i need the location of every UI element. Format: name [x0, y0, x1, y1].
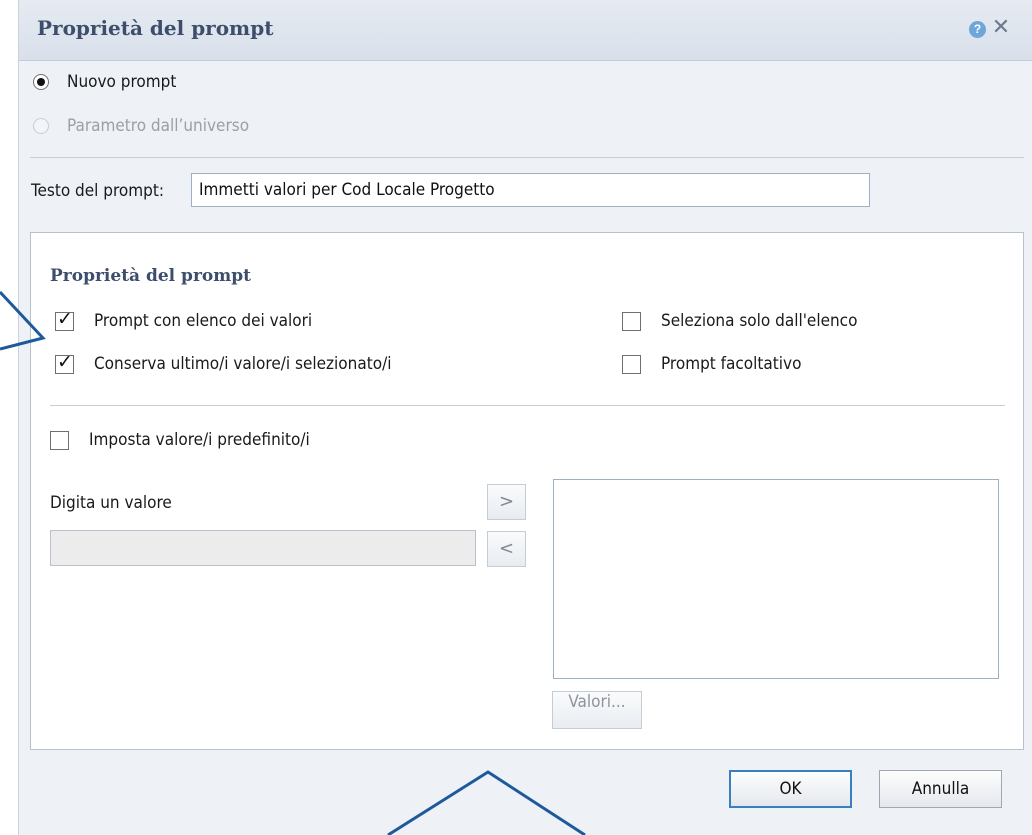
type-value-label: Digita un valore — [50, 493, 172, 513]
prompt-properties-panel: Proprietà del prompt Prompt con elenco d… — [30, 232, 1024, 750]
separator — [50, 405, 1005, 406]
checkbox-label-keep-last-values: Conserva ultimo/i valore/i selezionato/i — [94, 354, 392, 374]
checkbox-label-select-only-from-list: Seleziona solo dall'elenco — [661, 311, 858, 331]
panel-title: Proprietà del prompt — [50, 266, 251, 286]
checkbox-label-prompt-with-list: Prompt con elenco dei valori — [94, 311, 313, 331]
radio-button-disabled — [33, 118, 49, 134]
checkbox-select-only-from-list[interactable]: Seleziona solo dall'elenco — [622, 308, 857, 334]
radio-new-prompt[interactable]: Nuovo prompt — [33, 68, 176, 96]
separator — [30, 157, 1024, 158]
dialog-titlebar: Proprietà del prompt ? ✕ — [19, 0, 1032, 61]
checkbox-label-set-default-values: Imposta valore/i predefinito/i — [89, 430, 310, 450]
checkbox-keep-last-values[interactable]: Conserva ultimo/i valore/i selezionato/i — [55, 351, 391, 377]
cancel-button[interactable]: Annulla — [879, 770, 1002, 808]
prompt-text-label: Testo del prompt: — [31, 181, 165, 201]
remove-value-button[interactable]: < — [487, 531, 526, 567]
values-button[interactable]: Valori... — [552, 691, 642, 729]
add-value-button[interactable]: > — [487, 484, 526, 520]
prompt-text-input[interactable]: Immetti valori per Cod Locale Progetto — [191, 173, 870, 207]
type-value-input[interactable] — [50, 530, 476, 566]
checkbox-label-optional-prompt: Prompt facoltativo — [661, 354, 802, 374]
checkbox-optional-prompt[interactable]: Prompt facoltativo — [622, 351, 801, 377]
checkbox-checked[interactable] — [55, 351, 74, 374]
checkbox-unchecked[interactable] — [50, 430, 69, 450]
radio-label-universe-parameter: Parametro dall’universo — [67, 116, 250, 136]
prompt-properties-dialog: Proprietà del prompt ? ✕ Nuovo prompt Pa… — [18, 0, 1032, 835]
checkbox-unchecked[interactable] — [622, 311, 641, 331]
checkbox-prompt-with-list[interactable]: Prompt con elenco dei valori — [55, 308, 312, 334]
ok-button[interactable]: OK — [729, 770, 852, 808]
close-icon[interactable]: ✕ — [990, 14, 1012, 42]
dialog-title: Proprietà del prompt — [37, 16, 274, 40]
checkbox-set-default-values[interactable]: Imposta valore/i predefinito/i — [50, 427, 310, 453]
radio-button-checked[interactable] — [33, 74, 49, 90]
help-icon[interactable]: ? — [969, 21, 986, 38]
default-values-list[interactable] — [553, 479, 999, 679]
radio-label-new-prompt: Nuovo prompt — [67, 72, 177, 92]
checkbox-unchecked[interactable] — [622, 354, 641, 374]
radio-universe-parameter: Parametro dall’universo — [33, 112, 249, 140]
checkbox-checked[interactable] — [55, 308, 74, 331]
